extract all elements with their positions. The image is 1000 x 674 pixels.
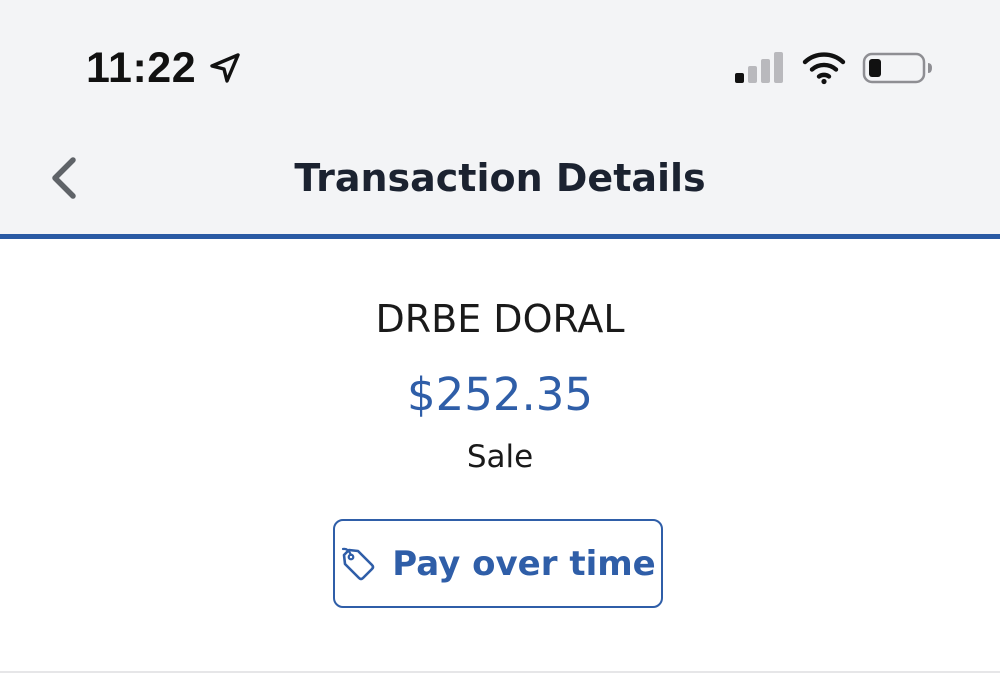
status-time-group: 11:22 xyxy=(86,40,242,96)
cellular-signal-icon xyxy=(735,52,783,83)
transaction-amount: $252.35 xyxy=(406,368,594,421)
status-bar: 11:22 xyxy=(0,0,1000,120)
navigation-bar: Transaction Details xyxy=(0,120,1000,234)
transaction-type: Sale xyxy=(466,439,534,475)
merchant-name: DRBE DORAL xyxy=(375,297,625,341)
page-title: Transaction Details xyxy=(294,156,706,200)
battery-icon xyxy=(862,52,932,84)
pay-over-time-button[interactable]: Pay over time xyxy=(333,519,663,608)
transaction-summary: DRBE DORAL $252.35 Sale Pay over time xyxy=(0,239,1000,674)
location-arrow-icon xyxy=(210,53,240,83)
status-time: 11:22 xyxy=(86,43,197,92)
section-divider xyxy=(0,671,1000,673)
pay-over-time-label: Pay over time xyxy=(392,543,656,584)
wifi-icon xyxy=(802,52,846,85)
tag-icon xyxy=(342,547,375,580)
header-area: 11:22 Transaction Details xyxy=(0,0,1000,234)
status-icons xyxy=(734,48,934,88)
